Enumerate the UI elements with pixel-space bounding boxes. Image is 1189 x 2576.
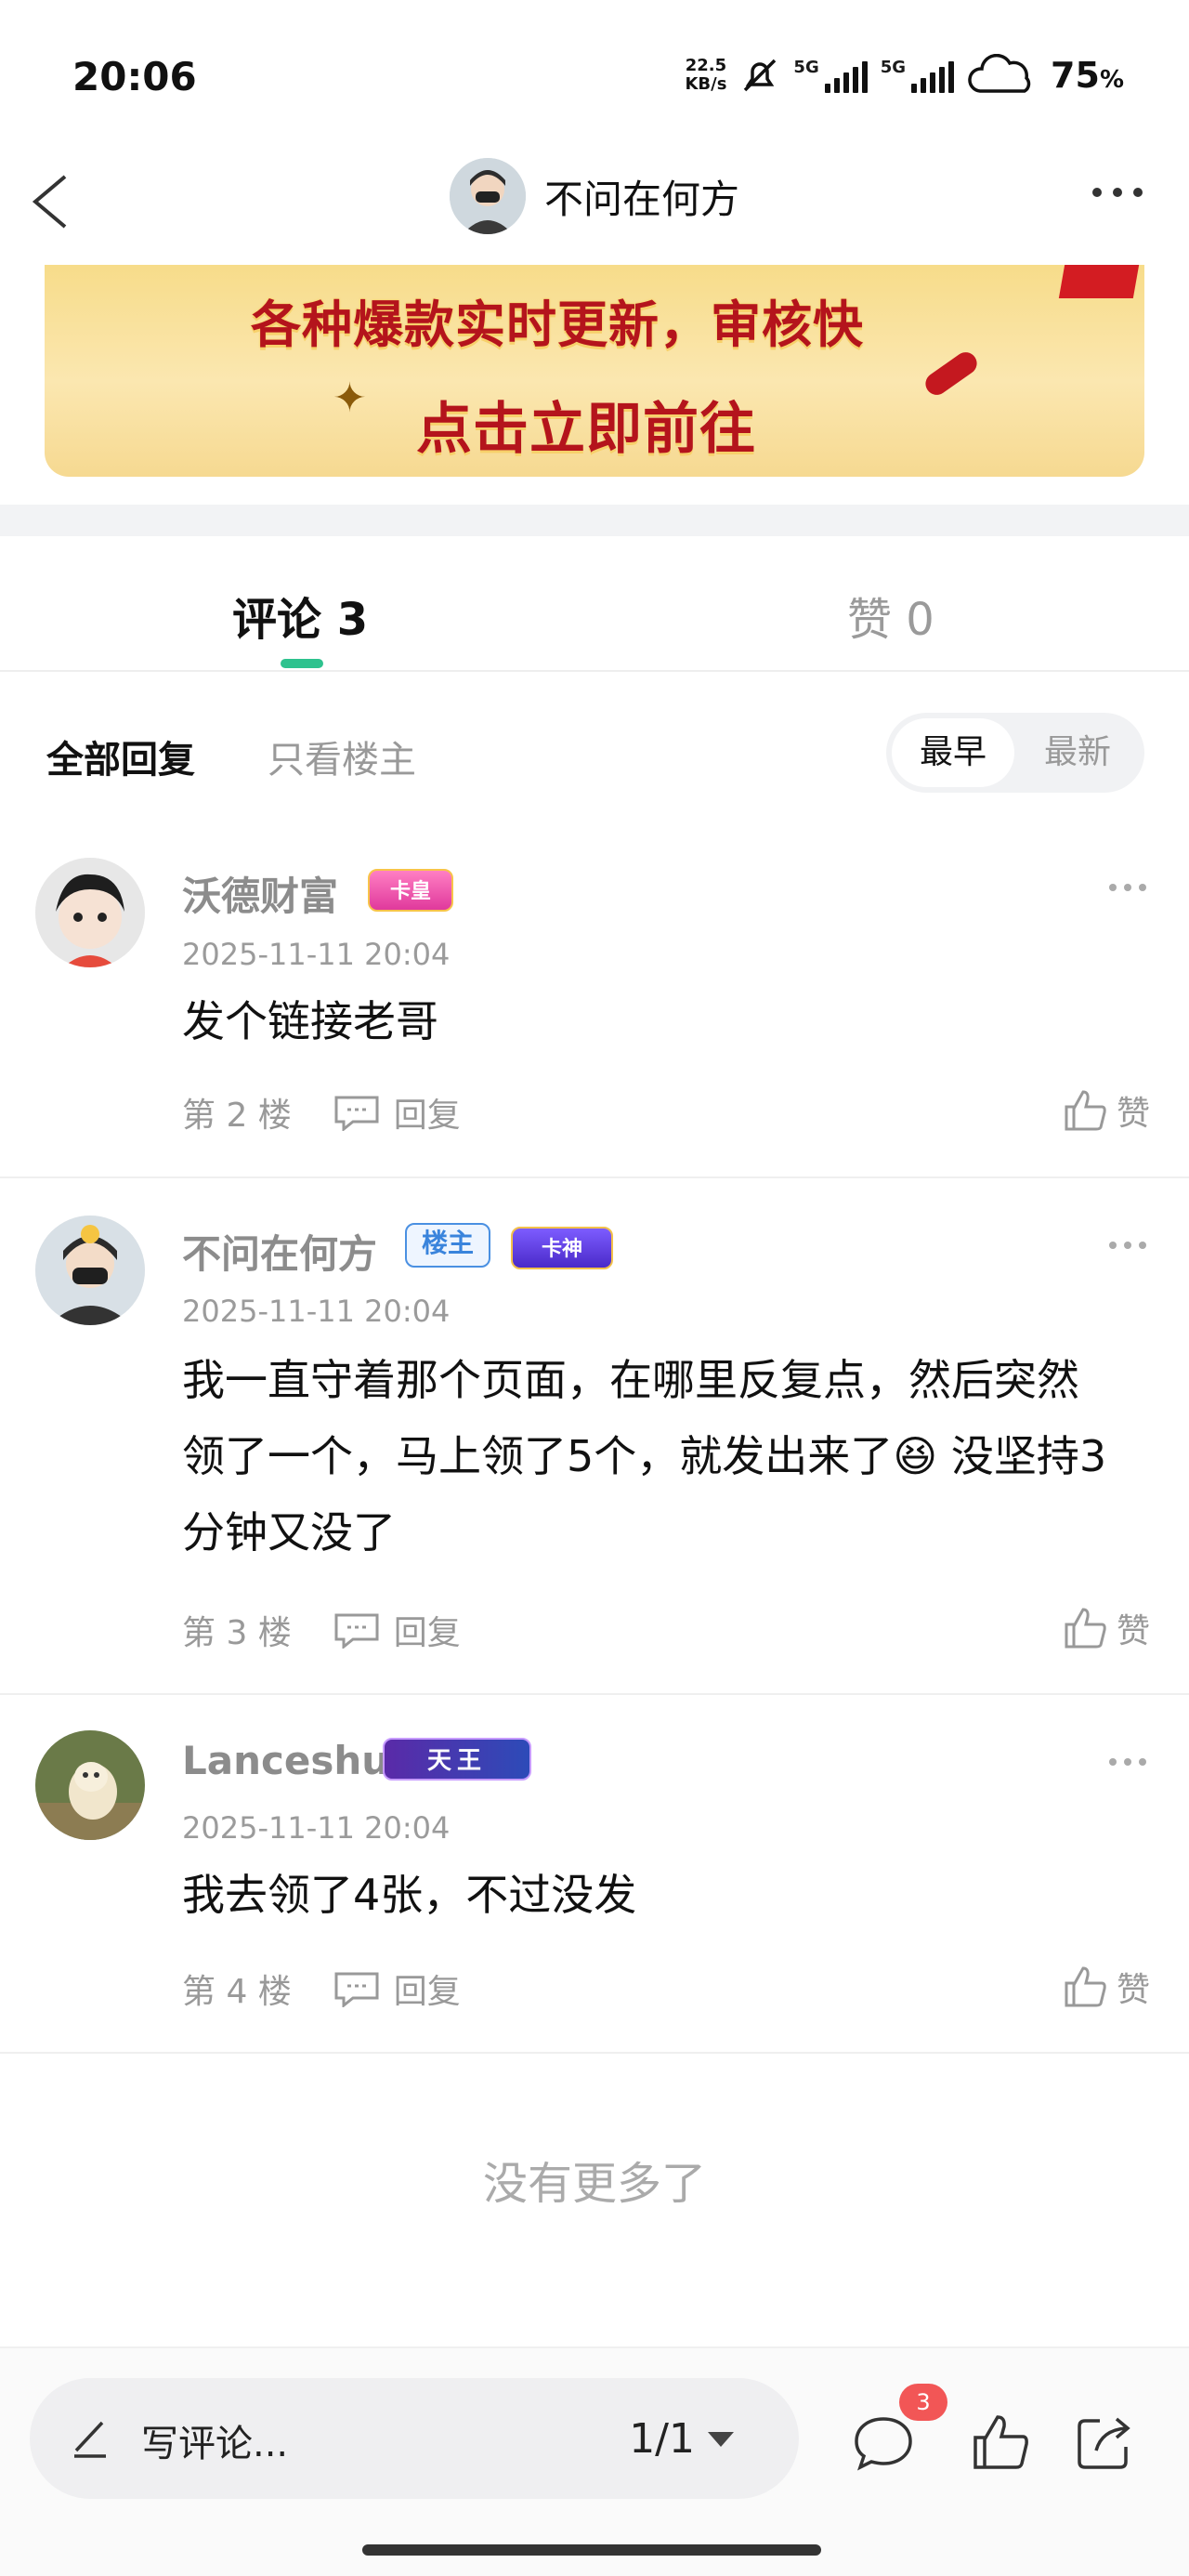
sort-latest-button[interactable]: 最新: [1016, 718, 1139, 787]
tab-active-indicator: [281, 659, 323, 668]
flag-decoration: [1058, 265, 1140, 298]
comment-footer: 第 3 楼 回复: [182, 1606, 461, 1654]
net-speed: 22.5 KB/s: [685, 56, 727, 94]
filter-owner-only[interactable]: 只看楼主: [268, 729, 416, 783]
owner-badge: 楼主: [405, 1223, 490, 1268]
promo-banner[interactable]: 各种爆款实时更新，审核快 ✦ 点击立即前往: [45, 265, 1144, 477]
thread-author[interactable]: 不问在何方: [0, 158, 1189, 234]
signal-icon: 5G: [793, 58, 868, 93]
floor-number: 第 4 楼: [182, 1973, 292, 2011]
signal-icon: 5G: [881, 58, 955, 93]
more-dots-icon[interactable]: [1109, 884, 1146, 891]
status-bar: 20:06 22.5 KB/s 5G 5G 75%: [0, 0, 1189, 149]
comment-author[interactable]: 沃德财富: [182, 865, 338, 922]
comment-author[interactable]: 不问在何方: [182, 1223, 377, 1280]
avatar[interactable]: [35, 1730, 145, 1840]
floor-number: 第 2 楼: [182, 1097, 292, 1135]
more-dots-icon[interactable]: [1109, 1242, 1146, 1249]
thumbs-up-icon: [1065, 1966, 1106, 2007]
avatar[interactable]: [449, 158, 526, 234]
thumbs-up-icon[interactable]: [970, 2412, 1031, 2473]
comment-item: 不问在何方 楼主 卡神 2025-11-11 20:04 我一直守着那个页面，在…: [0, 1178, 1189, 1695]
comment-author[interactable]: Lanceshu: [182, 1738, 389, 1783]
comment-timestamp: 2025-11-11 20:04: [182, 1810, 451, 1846]
comment-timestamp: 2025-11-11 20:04: [182, 1294, 451, 1329]
comment-text: 我一直守着那个页面，在哪里反复点，然后突然领了一个，马上领了5个，就发出来了😆 …: [182, 1355, 1107, 1557]
comment-placeholder: 写评论...: [141, 2423, 289, 2465]
comment-item: 沃德财富 卡皇 2025-11-11 20:04 发个链接老哥 第 2 楼 回复…: [0, 811, 1189, 1178]
pen-icon: [74, 2421, 106, 2458]
share-icon[interactable]: [1074, 2412, 1135, 2473]
weather-cloud-icon: [968, 54, 1031, 93]
reply-icon: [334, 1613, 379, 1649]
like-button[interactable]: 赞: [1063, 1086, 1150, 1135]
page-selector[interactable]: 1/1: [629, 2415, 734, 2463]
end-of-list-text: 没有更多了: [482, 2158, 706, 2210]
filter-all-replies[interactable]: 全部回复: [46, 729, 195, 783]
chevron-down-icon: [708, 2431, 734, 2447]
bell-off-icon: [744, 59, 777, 92]
comment-footer: 第 2 楼 回复: [182, 1088, 461, 1137]
comment-item: Lanceshu 天王 2025-11-11 20:04 我去领了4张，不过没发…: [0, 1695, 1189, 2054]
comment-count-badge: 3: [899, 2384, 947, 2421]
thumbs-up-icon: [1065, 1090, 1106, 1131]
reply-button[interactable]: 回复: [333, 1088, 461, 1137]
comment-input[interactable]: 写评论... 1/1: [30, 2378, 799, 2499]
reply-button[interactable]: 回复: [333, 1965, 461, 2013]
page-title: 不问在何方: [543, 176, 739, 222]
level-badge: 卡神: [511, 1227, 613, 1269]
sort-toggle: 最早 最新: [886, 713, 1144, 793]
comment-text: 我去领了4张，不过没发: [182, 1870, 637, 1920]
more-dots-icon[interactable]: [1109, 1758, 1146, 1766]
sparkle-icon: ✦: [333, 375, 367, 422]
sort-earliest-button[interactable]: 最早: [892, 718, 1014, 787]
status-time: 20:06: [72, 54, 197, 99]
reply-icon: [334, 1972, 379, 2007]
top-nav: 不问在何方: [0, 149, 1189, 269]
banner-cta[interactable]: 点击立即前往: [416, 384, 756, 465]
tab-comments[interactable]: 评论 3: [232, 583, 368, 648]
status-icons: 22.5 KB/s 5G 5G 75%: [685, 54, 1124, 97]
level-badge: 天王: [383, 1738, 531, 1781]
bottom-action-bar: 写评论... 1/1 3: [0, 2346, 1189, 2576]
thumbs-up-icon: [1065, 1608, 1106, 1649]
ribbon-decoration: [921, 348, 982, 400]
like-button[interactable]: 赞: [1063, 1604, 1150, 1652]
comment-bubble-icon[interactable]: [853, 2412, 914, 2473]
more-dots-icon[interactable]: [1092, 188, 1143, 197]
home-indicator: [362, 2544, 821, 2556]
reply-icon: [334, 1096, 379, 1131]
level-badge: 卡皇: [368, 869, 453, 912]
reply-button[interactable]: 回复: [333, 1606, 461, 1654]
avatar[interactable]: [35, 858, 145, 967]
banner-headline: 各种爆款实时更新，审核快: [251, 296, 864, 354]
comment-footer: 第 4 楼 回复: [182, 1965, 461, 2013]
floor-number: 第 3 楼: [182, 1614, 292, 1652]
avatar[interactable]: [35, 1216, 145, 1325]
tab-bar: 评论 3 赞 0: [0, 536, 1189, 672]
filter-row: 全部回复 只看楼主 最早 最新: [0, 672, 1189, 811]
comment-text: 发个链接老哥: [182, 996, 438, 1046]
comment-timestamp: 2025-11-11 20:04: [182, 937, 451, 972]
battery-percent: 75%: [1051, 55, 1124, 96]
like-button[interactable]: 赞: [1063, 1963, 1150, 2011]
section-divider: [0, 505, 1189, 536]
tab-likes[interactable]: 赞 0: [847, 583, 934, 648]
